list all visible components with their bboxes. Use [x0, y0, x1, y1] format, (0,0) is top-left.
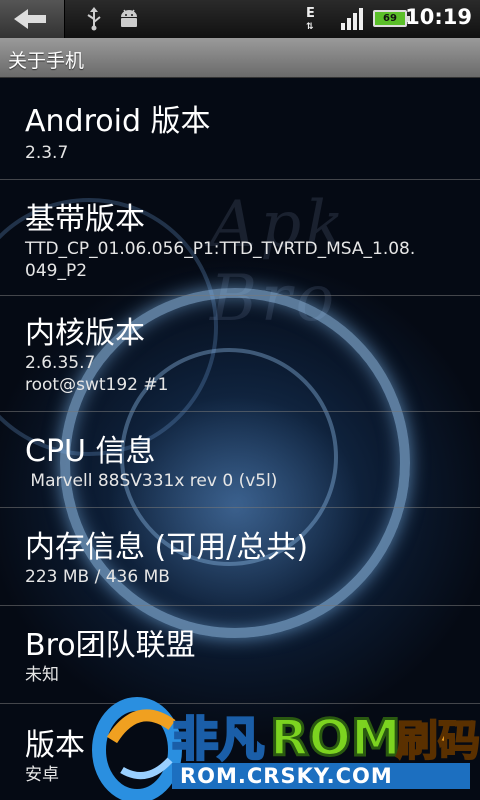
clock: 10:19: [405, 5, 472, 29]
data-e-icon: E ⇅: [306, 6, 315, 32]
battery-icon: 69: [373, 10, 410, 27]
crsky-watermark-logo: 非凡 ROM 刷码 ROM.CRSKY.COM: [92, 697, 480, 800]
usb-icon: [87, 7, 101, 31]
back-button[interactable]: [0, 0, 65, 38]
back-arrow-icon: [14, 9, 46, 29]
watermark-url: ROM.CRSKY.COM: [180, 764, 393, 788]
item-title: Android 版本: [25, 104, 211, 139]
watermark-suffix: 刷码: [396, 716, 480, 765]
item-subtitle: TTD_CP_01.06.056_P1:TTD_TVRTD_MSA_1.08. …: [25, 239, 416, 281]
android-debug-icon: [121, 9, 137, 27]
title-bar: 关于手机: [0, 38, 480, 78]
item-subtitle: 2.3.7: [25, 143, 69, 163]
item-title: 内存信息 (可用/总共): [25, 530, 309, 565]
item-title: 版本: [25, 728, 85, 763]
signal-icon: [341, 8, 363, 30]
item-subtitle: 2.6.35.7 root@swt192 #1: [25, 353, 169, 395]
list-item-memory-info[interactable]: 内存信息 (可用/总共) 223 MB / 436 MB: [0, 508, 480, 606]
list-item-kernel-version[interactable]: 内核版本 2.6.35.7 root@swt192 #1: [0, 296, 480, 412]
list-item-baseband-version[interactable]: 基带版本 TTD_CP_01.06.056_P1:TTD_TVRTD_MSA_1…: [0, 180, 480, 296]
item-title: CPU 信息: [25, 434, 156, 469]
item-subtitle: 未知: [25, 665, 59, 685]
item-title: 基带版本: [25, 202, 145, 237]
item-subtitle: 安卓: [25, 765, 59, 785]
watermark-rom: ROM: [270, 709, 401, 767]
list-item-cpu-info[interactable]: CPU 信息 Marvell 88SV331x rev 0 (v5l): [0, 412, 480, 508]
page-title: 关于手机: [8, 50, 85, 72]
item-subtitle: Marvell 88SV331x rev 0 (v5l): [25, 471, 278, 491]
status-bar: E ⇅ 69 10:19: [0, 0, 480, 38]
item-title: 内核版本: [25, 316, 145, 351]
list-item-android-version[interactable]: Android 版本 2.3.7: [0, 78, 480, 180]
item-subtitle: 223 MB / 436 MB: [25, 567, 170, 587]
watermark-brand: 非凡: [172, 712, 264, 766]
